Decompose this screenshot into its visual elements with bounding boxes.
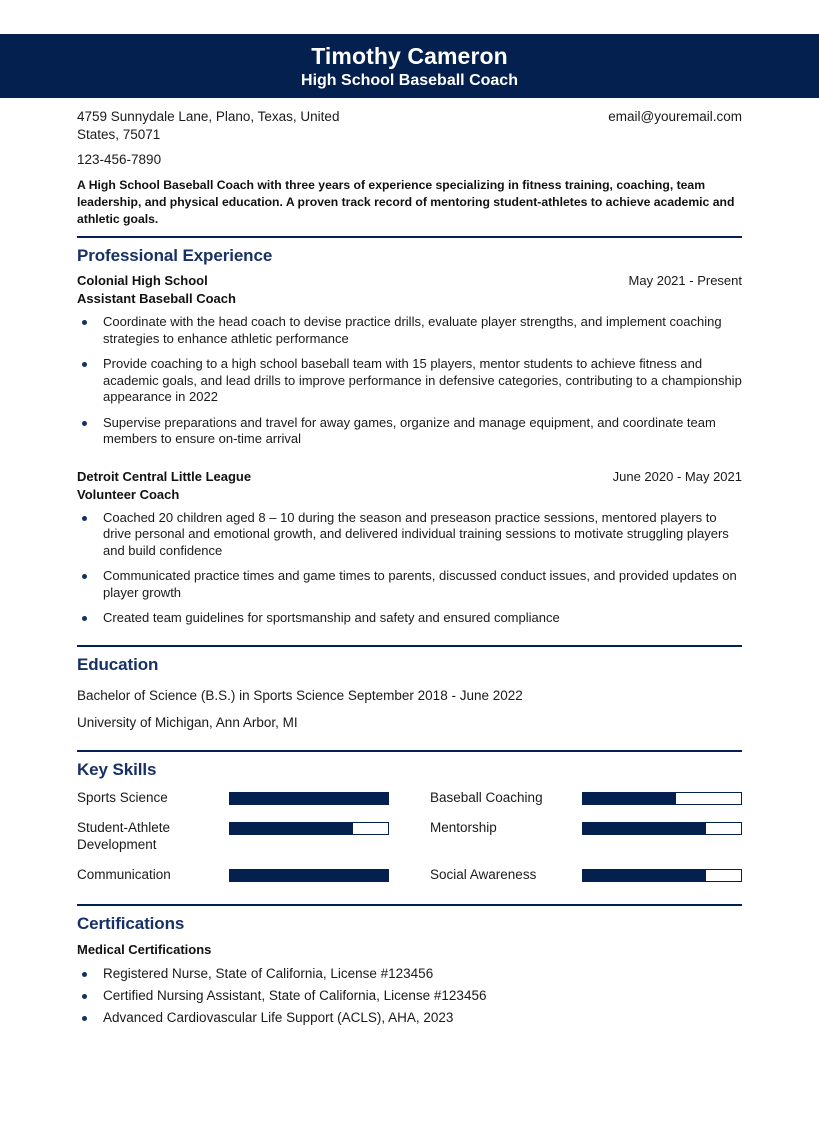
section-certifications: Certifications Medical Certifications Re… xyxy=(77,903,742,1027)
certification-item: Registered Nurse, State of California, L… xyxy=(77,965,742,983)
skill-meter-fill xyxy=(230,869,388,881)
section-divider-key-skills xyxy=(77,749,742,752)
resume-page: Timothy Cameron High School Baseball Coa… xyxy=(0,0,819,1122)
experience-dates: June 2020 - May 2021 xyxy=(612,468,742,484)
section-professional-experience: Professional Experience Colonial High Sc… xyxy=(77,236,742,627)
experience-role: Volunteer Coach xyxy=(77,486,180,502)
skill-meter-cell xyxy=(582,789,742,818)
skill-meter-fill xyxy=(583,822,707,834)
skill-meter xyxy=(582,791,742,805)
experience-bullet-list: Coached 20 children aged 8 – 10 during t… xyxy=(77,510,742,627)
experience-bullet: Coordinate with the head coach to devise… xyxy=(77,314,742,347)
skill-meter-cell xyxy=(229,819,389,848)
skill-label: Baseball Coaching xyxy=(430,789,543,805)
section-divider-certifications xyxy=(77,903,742,906)
experience-entry-header: Colonial High School May 2021 - Present xyxy=(77,272,742,290)
certification-item: Certified Nursing Assistant, State of Ca… xyxy=(77,987,742,1005)
experience-bullet: Supervise preparations and travel for aw… xyxy=(77,415,742,448)
experience-role: Assistant Baseball Coach xyxy=(77,291,236,306)
skill-label: Sports Science xyxy=(77,789,168,805)
candidate-job-title: High School Baseball Coach xyxy=(301,72,518,89)
skill-label: Student-Athlete Development xyxy=(77,819,171,852)
section-education: Education Bachelor of Science (B.S.) in … xyxy=(77,644,742,732)
experience-bullet: Communicated practice times and game tim… xyxy=(77,568,742,601)
section-key-skills: Key Skills Sports Science Baseball Coach… xyxy=(77,749,742,896)
experience-bullet: Coached 20 children aged 8 – 10 during t… xyxy=(77,510,742,560)
skill-meter-fill xyxy=(230,792,388,804)
skill-label: Social Awareness xyxy=(430,866,537,882)
certification-item: Advanced Cardiovascular Life Support (AC… xyxy=(77,1009,742,1027)
skill-meter-cell xyxy=(582,866,742,895)
experience-entry: Colonial High School May 2021 - Present … xyxy=(77,272,742,448)
skill-meter-cell xyxy=(229,789,389,818)
professional-summary: A High School Baseball Coach with three … xyxy=(77,178,735,226)
contact-address-line-1: 4759 Sunnydale Lane, Plano, Texas, Unite… xyxy=(77,109,340,124)
certifications-list: Registered Nurse, State of California, L… xyxy=(77,965,742,1027)
skill-meter xyxy=(582,821,742,835)
resume-header-band: Timothy Cameron High School Baseball Coa… xyxy=(0,34,819,98)
education-degree: Bachelor of Science (B.S.) in Sports Sci… xyxy=(77,687,523,703)
education-institution: University of Michigan, Ann Arbor, MI xyxy=(77,714,298,730)
section-title-key-skills: Key Skills xyxy=(77,759,157,779)
experience-entry-header: Detroit Central Little League June 2020 … xyxy=(77,468,742,486)
experience-dates: May 2021 - Present xyxy=(628,273,742,288)
skill-meter-fill xyxy=(230,822,354,834)
contact-address-line-2: States, 75071 xyxy=(77,127,161,142)
experience-bullet: Created team guidelines for sportsmanshi… xyxy=(77,610,742,627)
skill-meter-cell xyxy=(229,866,389,895)
certifications-subheading: Medical Certifications xyxy=(77,941,212,957)
experience-organization: Colonial High School xyxy=(77,273,208,288)
candidate-name: Timothy Cameron xyxy=(311,43,508,69)
skill-meter-fill xyxy=(583,869,707,881)
contact-block: 4759 Sunnydale Lane, Plano, Texas, Unite… xyxy=(77,108,742,169)
resume-body: Professional Experience Colonial High Sc… xyxy=(77,236,742,1031)
contact-phone: 123-456-7890 xyxy=(77,152,162,167)
skill-meter xyxy=(582,868,742,882)
skill-meter-cell xyxy=(582,819,742,848)
skill-meter xyxy=(229,868,389,882)
experience-organization: Detroit Central Little League xyxy=(77,468,252,484)
section-title-experience: Professional Experience xyxy=(77,246,273,265)
skill-meter-fill xyxy=(583,792,677,804)
section-title-certifications: Certifications xyxy=(77,913,185,933)
contact-address-group: 4759 Sunnydale Lane, Plano, Texas, Unite… xyxy=(77,108,407,169)
experience-entry: Detroit Central Little League June 2020 … xyxy=(77,468,742,627)
section-divider-education xyxy=(77,644,742,647)
section-title-education: Education xyxy=(77,654,159,674)
skill-meter xyxy=(229,791,389,805)
key-skills-grid: Sports Science Baseball Coaching Student… xyxy=(77,789,742,896)
experience-bullet-list: Coordinate with the head coach to devise… xyxy=(77,314,742,448)
skill-label: Communication xyxy=(77,866,171,882)
experience-bullet: Provide coaching to a high school baseba… xyxy=(77,356,742,406)
contact-email: email@youremail.com xyxy=(608,109,742,124)
skill-meter xyxy=(229,821,389,835)
skill-label: Mentorship xyxy=(430,819,497,835)
section-divider-experience xyxy=(77,236,742,238)
